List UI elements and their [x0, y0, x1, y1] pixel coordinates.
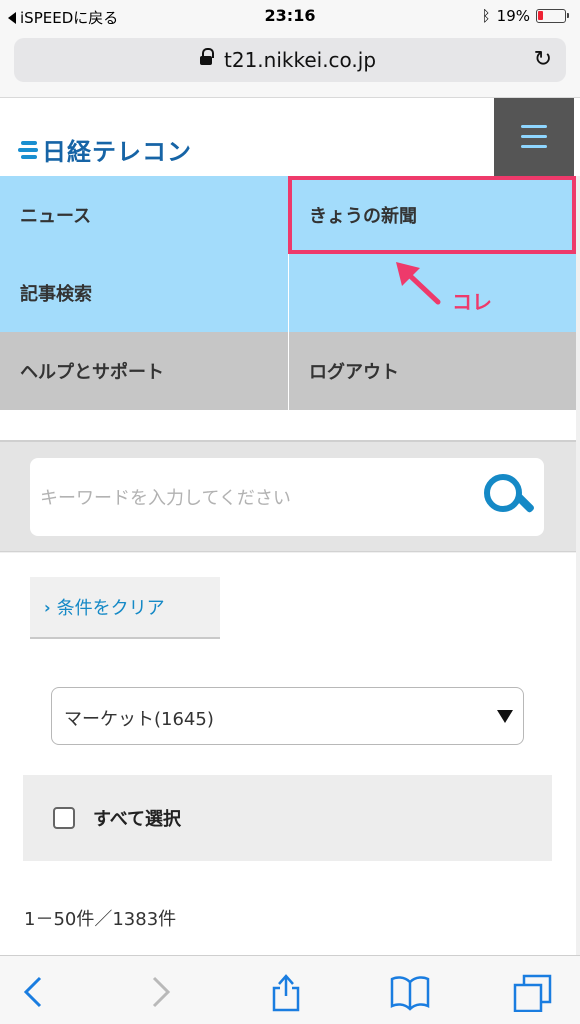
search-icon[interactable] — [484, 474, 528, 518]
chevron-right-icon: › — [44, 597, 51, 617]
browser-chrome: t21.nikkei.co.jp ↻ — [0, 32, 580, 98]
screen: iSPEEDに戻る 23:16 ᛒ 19% t21.nikkei.co.jp ↻… — [0, 0, 580, 1024]
results-area: › 条件をクリア マーケット(1645) すべて選択 1－50件／1383件 — [0, 553, 576, 955]
back-icon[interactable] — [14, 972, 54, 1012]
search-section: キーワードを入力してください — [0, 442, 576, 552]
site-header: 日経テレコン — [0, 98, 580, 176]
nav-item-todays-paper[interactable]: きょうの新聞 — [288, 176, 576, 254]
hamburger-icon-line — [521, 135, 547, 138]
status-right: ᛒ 19% — [481, 7, 569, 25]
hamburger-icon-line — [521, 145, 547, 148]
lock-icon — [200, 48, 214, 67]
category-select-value: マーケット(1645) — [64, 709, 214, 730]
nav-item-article-search[interactable]: 記事検索 — [0, 254, 288, 332]
search-input[interactable]: キーワードを入力してください — [30, 458, 544, 536]
divider — [0, 410, 576, 442]
nav-item-help[interactable]: ヘルプとサポート — [0, 332, 288, 410]
select-all-checkbox[interactable] — [53, 807, 75, 829]
nav-row: ヘルプとサポート ログアウト — [0, 332, 576, 410]
nav-item-news[interactable]: ニュース — [0, 176, 288, 254]
status-bar: iSPEEDに戻る 23:16 ᛒ 19% — [0, 0, 580, 32]
clear-conditions-label: 条件をクリア — [56, 598, 165, 619]
hamburger-icon — [521, 125, 547, 128]
logo[interactable]: 日経テレコン — [18, 132, 192, 167]
logo-mark-icon — [18, 139, 40, 161]
bookmarks-icon[interactable] — [390, 972, 430, 1012]
battery-percent: 19% — [496, 7, 530, 25]
annotation-label: コレ — [452, 290, 492, 314]
clear-conditions-button[interactable]: › 条件をクリア — [30, 577, 220, 639]
url-host: t21.nikkei.co.jp — [224, 48, 377, 72]
reload-icon[interactable]: ↻ — [534, 47, 552, 72]
nav-row: ニュース きょうの新聞 — [0, 176, 576, 254]
address-bar[interactable]: t21.nikkei.co.jp ↻ — [14, 38, 566, 82]
hamburger-menu-button[interactable] — [494, 98, 574, 176]
browser-toolbar — [0, 955, 580, 1024]
result-count: 1－50件／1383件 — [24, 909, 177, 930]
bluetooth-icon: ᛒ — [481, 7, 491, 25]
dropdown-arrow-icon — [497, 710, 513, 723]
category-select[interactable]: マーケット(1645) — [51, 687, 524, 745]
select-all-row[interactable]: すべて選択 — [23, 775, 552, 861]
forward-icon[interactable] — [140, 972, 180, 1012]
tabs-icon[interactable] — [512, 972, 552, 1013]
select-all-label: すべて選択 — [93, 809, 182, 830]
battery-icon — [536, 9, 569, 23]
share-icon[interactable] — [266, 972, 306, 1012]
nav-item-logout[interactable]: ログアウト — [288, 332, 576, 410]
logo-text: 日経テレコン — [42, 138, 192, 166]
search-placeholder: キーワードを入力してください — [40, 488, 291, 509]
